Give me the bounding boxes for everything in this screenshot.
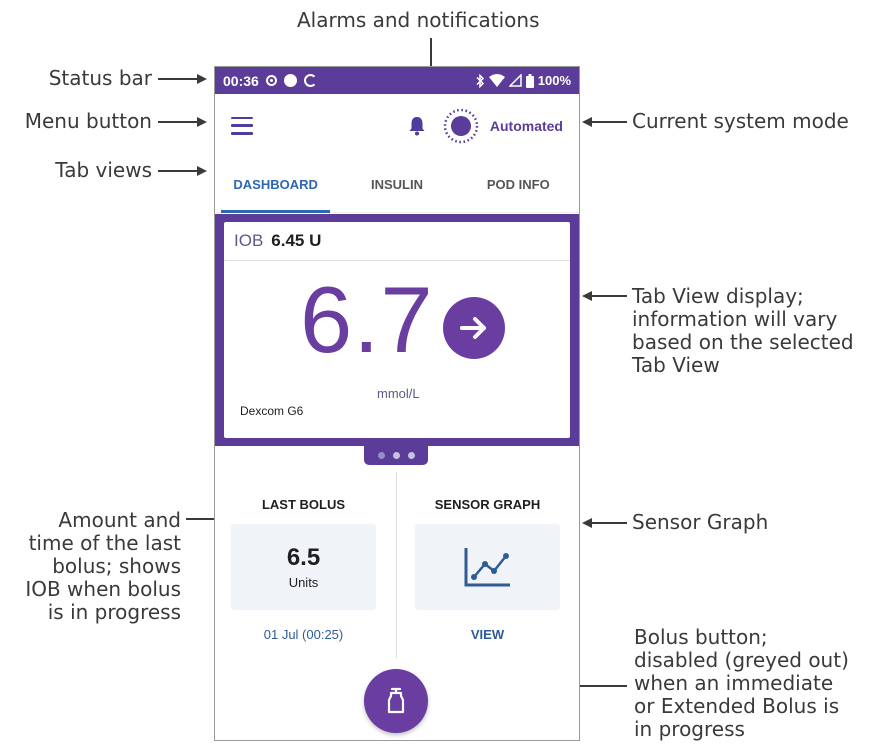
last-bolus-title: LAST BOLUS: [261, 497, 346, 512]
glucose-card[interactable]: IOB 6.45 U 6.7 mmol/L Dexcom G6: [224, 222, 570, 438]
automated-mode-icon[interactable]: [442, 107, 480, 145]
tab-view-display: IOB 6.45 U 6.7 mmol/L Dexcom G6: [215, 214, 579, 446]
tab-view-display-callout-line: information will vary: [632, 307, 838, 331]
page-dot[interactable]: [392, 451, 400, 459]
pod-status-icon: [265, 75, 277, 86]
sync-icon: [303, 74, 317, 87]
wifi-icon: [488, 74, 505, 87]
alarms-callout: Alarms and notifications: [297, 8, 540, 32]
last-bolus-amount: 6.5: [286, 544, 321, 571]
last-bolus-callout-line: Amount and: [58, 508, 181, 532]
tab-bar: DASHBOARD INSULIN POD INFO: [215, 157, 579, 213]
system-mode-callout: Current system mode: [632, 109, 849, 133]
last-bolus-callout: Amount and time of the last bolus; shows…: [25, 509, 181, 624]
tab-view-display-callout-line: based on the selected: [632, 330, 854, 354]
iob-label: IOB: [234, 231, 264, 250]
bolus-button-callout-line: Bolus button;: [634, 625, 768, 649]
bluetooth-icon: [476, 73, 484, 88]
battery-icon: [525, 73, 534, 88]
glucose-value: 6.7: [300, 267, 434, 372]
system-mode-label[interactable]: Automated: [490, 118, 563, 134]
tab-view-display-callout: Tab View display; information will vary …: [632, 285, 854, 377]
menu-icon[interactable]: [231, 116, 253, 135]
last-bolus-callout-line: IOB when bolus: [25, 577, 181, 601]
bolus-icon: [387, 687, 405, 714]
status-time: 00:36: [223, 72, 259, 89]
sensor-name: Dexcom G6: [240, 404, 304, 418]
signal-icon: [508, 74, 522, 87]
last-bolus-callout-line: is in progress: [47, 600, 181, 624]
bolus-button-callout-line: or Extended Bolus is: [634, 694, 840, 718]
bolus-button-callout-line: when an immediate: [634, 671, 834, 695]
bolus-button[interactable]: [364, 669, 428, 733]
solid-dot-icon: [283, 74, 297, 87]
bolus-button-callout-line: disabled (greyed out): [634, 648, 849, 672]
tab-view-display-callout-line: Tab View: [632, 353, 720, 377]
status-bar-callout: Status bar: [48, 66, 152, 90]
menu-button-callout: Menu button: [24, 109, 152, 133]
glucose-unit: mmol/L: [377, 386, 420, 401]
sensor-graph-callout: Sensor Graph: [632, 510, 769, 534]
tab-dashboard[interactable]: DASHBOARD: [215, 157, 336, 213]
last-bolus-unit: Units: [288, 575, 319, 590]
steady-arrow-icon: [443, 297, 505, 359]
page-dot-active[interactable]: [377, 451, 385, 459]
line-graph-icon: [464, 548, 510, 587]
iob-value: 6.45 U: [271, 231, 322, 250]
bolus-button-callout-line: in progress: [634, 717, 745, 741]
last-bolus-box: 6.5 Units: [231, 524, 376, 610]
panel-divider: [396, 472, 397, 658]
sensor-graph-box[interactable]: [415, 524, 560, 610]
app-bar: Automated: [215, 94, 579, 157]
page-dot[interactable]: [407, 451, 415, 459]
tab-views-callout: Tab views: [55, 158, 152, 182]
tab-view-display-callout-line: Tab View display;: [632, 284, 804, 308]
last-bolus-time: 01 Jul (00:25): [263, 627, 344, 642]
bolus-button-callout: Bolus button; disabled (greyed out) when…: [634, 626, 849, 741]
status-bar: 00:36 100%: [215, 67, 579, 94]
tab-insulin[interactable]: INSULIN: [336, 157, 457, 212]
page-indicator[interactable]: [364, 445, 428, 465]
sensor-graph-view-link[interactable]: VIEW: [415, 627, 560, 642]
last-bolus-callout-line: time of the last: [28, 531, 181, 555]
battery-percent: 100%: [537, 73, 571, 88]
tab-pod-info[interactable]: POD INFO: [458, 157, 579, 212]
sensor-graph-title: SENSOR GRAPH: [434, 497, 541, 512]
phone-screen: 00:36 100% Automated DASHBOARD INSULIN P…: [214, 66, 580, 741]
bell-icon[interactable]: [408, 116, 426, 136]
last-bolus-callout-line: bolus; shows: [52, 554, 181, 578]
iob-row: IOB 6.45 U: [224, 222, 570, 261]
